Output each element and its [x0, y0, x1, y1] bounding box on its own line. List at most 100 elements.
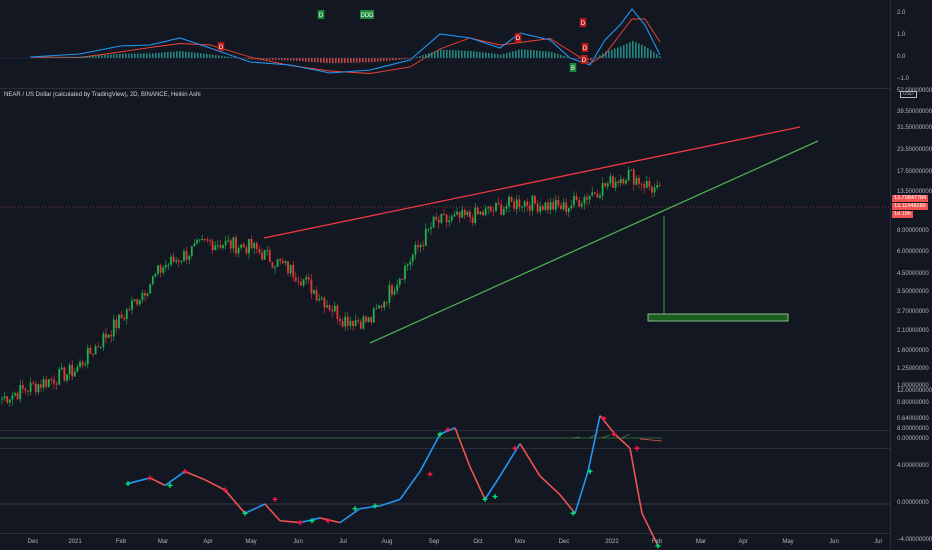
macd-histogram-bar [527, 49, 529, 58]
candle-body [443, 213, 445, 215]
macd-histogram-bar [347, 58, 349, 63]
macd-histogram-bar [509, 52, 511, 58]
macd-histogram-bar [179, 51, 181, 58]
macd-histogram-bar [98, 55, 100, 58]
oscillator-segment [469, 466, 486, 500]
candle-body [401, 278, 404, 280]
candle-body [47, 379, 50, 387]
price-tick-label: 1.25000000 [897, 366, 929, 373]
price-tick-label: 2.10000000 [897, 327, 929, 334]
macd-histogram-bar [308, 58, 310, 62]
macd-histogram-bar [491, 53, 493, 58]
chart-canvas[interactable]: D DDDDDDDDB [0, 0, 932, 550]
candle-body [547, 202, 549, 210]
macd-histogram-bar [155, 53, 157, 58]
macd-histogram-bar [629, 42, 631, 58]
candle-body [645, 181, 648, 188]
candle-body [190, 246, 193, 256]
symbol-legend[interactable]: NEAR / US Dollar (calculated by TradingV… [4, 92, 201, 98]
candle-body [149, 283, 152, 294]
oscillator-segment [379, 498, 401, 507]
macd-histogram-bar [146, 53, 148, 58]
candle-body [79, 361, 81, 367]
macd-histogram-bar [314, 58, 316, 63]
time-tick-label: Nov [514, 539, 526, 545]
oscillator-cross-marker [634, 445, 640, 451]
time-tick-label: Jun [293, 539, 303, 545]
candle-body [216, 245, 219, 247]
candle-body [63, 367, 66, 381]
macd-histogram-bar [113, 54, 115, 58]
candle-body [404, 265, 406, 280]
signal-marker-label: D [319, 13, 324, 19]
macd-histogram-bar [143, 53, 145, 58]
candle-body [604, 183, 607, 187]
candle-body [411, 254, 414, 262]
oscillator-segment [224, 489, 246, 514]
macd-histogram-bar [329, 58, 331, 64]
candle-body [622, 178, 625, 184]
time-tick-label: Aug [381, 539, 393, 545]
macd-histogram-bar [443, 49, 445, 58]
candle-body [105, 333, 107, 338]
macd-histogram-bar [353, 58, 355, 63]
volume-group [0, 432, 663, 442]
macd-histogram-bar [389, 58, 391, 61]
macd-histogram-bar [374, 58, 376, 62]
price-tick-label: 4.50000000 [897, 270, 929, 277]
candle-body [565, 202, 568, 213]
oscillator-tick-label: 4.00000000 [897, 462, 929, 469]
candle-body [354, 320, 357, 327]
candle-body [94, 346, 97, 355]
price-tick-label: 8.00000000 [897, 227, 929, 234]
candle-body [619, 178, 622, 184]
oscillator-segment [587, 415, 601, 472]
candle-body [567, 207, 570, 213]
candle-body [232, 237, 235, 249]
candle-body [346, 316, 349, 326]
candle-body [362, 316, 365, 329]
macd-histogram-bar [518, 49, 520, 58]
macd-histogram-bar [356, 58, 358, 63]
time-tick-label: Jul [874, 539, 882, 545]
candle-body [281, 260, 284, 264]
macd-histogram-bar [392, 58, 394, 61]
candle-body [250, 238, 253, 249]
macd-histogram-bar [170, 51, 172, 58]
candle-body [643, 184, 646, 188]
macd-histogram-bar [182, 51, 184, 58]
macd-tick-label: 1.0 [897, 32, 906, 38]
candle-body [242, 244, 245, 248]
candle-body [97, 346, 100, 348]
candle-body [625, 180, 627, 184]
candle-body [393, 290, 396, 295]
volume-tick-label: 0.00000000 [897, 436, 929, 442]
macd-histogram-bar [152, 53, 154, 58]
candle-body [99, 346, 102, 348]
time-tick-label: Sep [428, 539, 440, 545]
macd-histogram-bar [293, 58, 295, 61]
candle-body [396, 284, 399, 291]
oscillator-segment [574, 471, 589, 514]
macd-histogram-bar [614, 48, 616, 58]
candle-body [534, 195, 536, 204]
candle-body [375, 308, 378, 310]
candle-body [81, 361, 84, 366]
candle-body [170, 256, 172, 265]
macd-histogram-bar [503, 53, 505, 58]
candle-body [440, 213, 443, 223]
candle-body [188, 255, 191, 260]
macd-histogram-bar [647, 47, 649, 58]
macd-histogram-bar [551, 52, 553, 58]
currency-badge[interactable]: USD [900, 91, 917, 98]
candle-body [172, 256, 175, 262]
macd-histogram-bar [653, 52, 655, 58]
price-tick-label: 2.70000000 [897, 308, 929, 315]
macd-histogram-bar [86, 56, 88, 58]
candle-body [508, 196, 510, 207]
chart-root: D DDD D D D D D B NEAR / US Dollar (calculated … [0, 0, 932, 550]
macd-histogram-bar [116, 54, 118, 58]
candle-body [586, 197, 588, 200]
volume-spike [621, 433, 631, 439]
candle-body [300, 281, 302, 286]
